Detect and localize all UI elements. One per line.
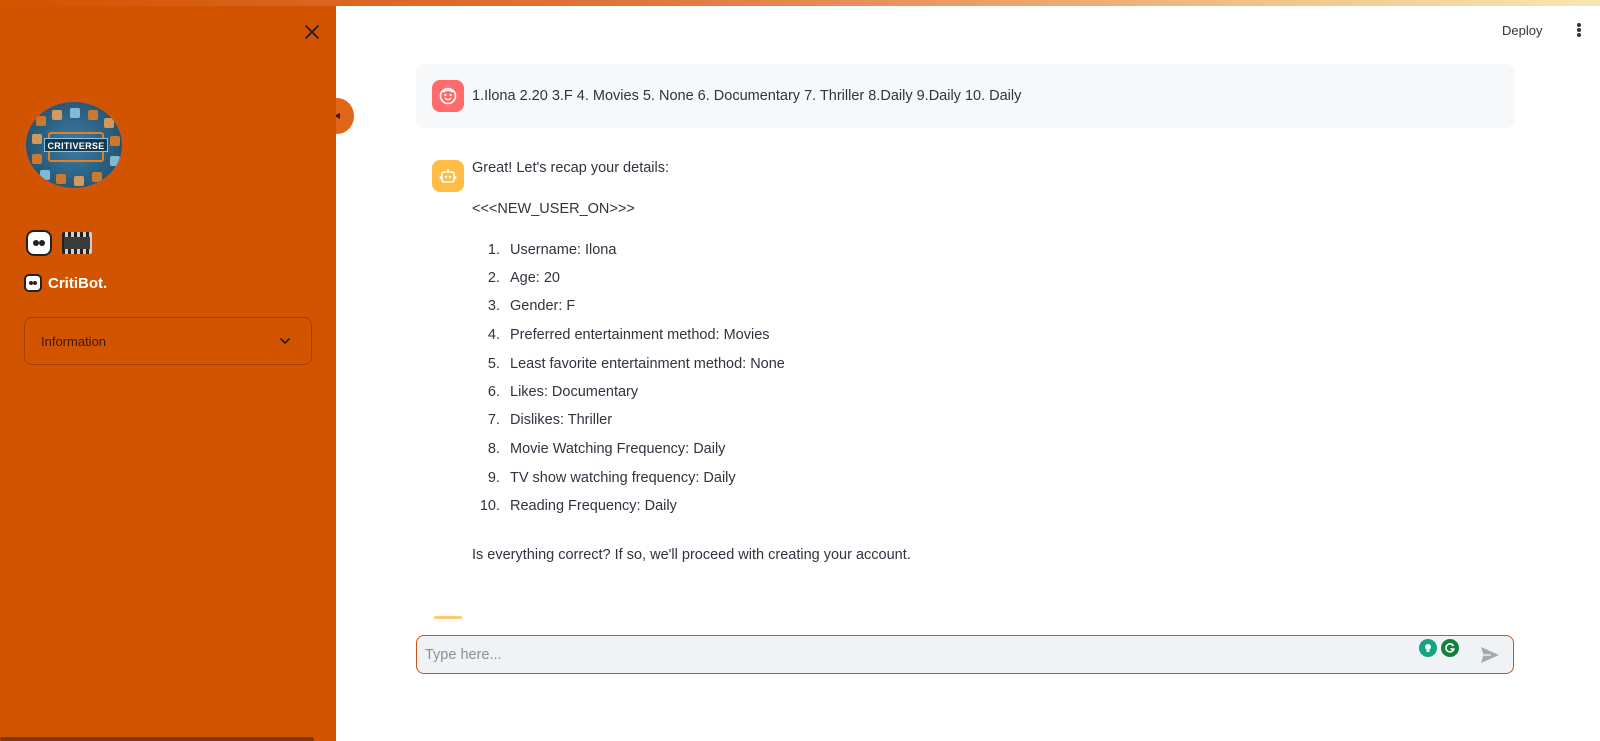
list-item: 2. Age: 20 xyxy=(487,270,560,286)
grammarly-icon[interactable] xyxy=(1441,639,1459,657)
bot-title-text: CritiBot. xyxy=(48,274,108,292)
bot-title: CritiBot. xyxy=(24,274,107,292)
film-frames-icon xyxy=(62,232,92,254)
robot-icon xyxy=(24,274,42,292)
app-root: CRITIVERSE CritiBot. Information ◂ Deplo… xyxy=(0,0,1600,741)
user-avatar xyxy=(432,80,464,112)
deploy-button[interactable]: Deploy xyxy=(1496,18,1548,42)
emoji-row xyxy=(26,230,92,256)
chat-input[interactable] xyxy=(425,636,1385,673)
close-icon xyxy=(305,25,319,39)
assistant-avatar xyxy=(432,160,464,192)
more-vertical-icon-dot xyxy=(1577,28,1581,32)
list-item: 7. Dislikes: Thriller xyxy=(487,412,613,428)
list-item: 6. Likes: Documentary xyxy=(487,384,639,400)
new-user-tag: <<<NEW_USER_ON>>> xyxy=(472,201,635,217)
send-icon xyxy=(1481,647,1499,663)
sidebar-scrollbar[interactable] xyxy=(0,737,314,741)
grammarly-glyph xyxy=(1445,643,1455,653)
send-button[interactable] xyxy=(1479,645,1501,665)
extension-icons xyxy=(1419,639,1459,657)
list-item: 3. Gender: F xyxy=(487,298,576,314)
more-vertical-icon-dot xyxy=(1577,23,1581,27)
more-vertical-icon-dot xyxy=(1577,33,1581,37)
assistant-intro: Great! Let's recap your details: xyxy=(472,160,670,176)
information-expander[interactable]: Information xyxy=(24,317,312,365)
main-menu-button[interactable] xyxy=(1570,20,1588,40)
criticverse-logo: CRITIVERSE xyxy=(24,100,124,190)
robot-icon xyxy=(26,230,52,256)
sidebar: CRITIVERSE CritiBot. Information xyxy=(0,0,336,741)
next-message-avatar-partial xyxy=(434,616,462,619)
lightbulb-icon[interactable] xyxy=(1419,639,1437,657)
list-item: 8. Movie Watching Frequency: Daily xyxy=(487,441,726,457)
list-item: 5. Least favorite entertainment method: N… xyxy=(487,356,785,372)
chat-input-container xyxy=(416,635,1514,674)
top-decoration-bar xyxy=(0,0,1600,6)
expander-label: Information xyxy=(41,333,107,349)
bulb-glyph xyxy=(1425,644,1431,652)
list-item: 10. Reading Frequency: Daily xyxy=(479,498,677,514)
assistant-closing: Is everything correct? If so, we'll proc… xyxy=(472,547,911,563)
smiley-face-icon xyxy=(439,87,457,105)
user-message-text: 1.Ilona 2.20 3.F 4. Movies 5. None 6. Do… xyxy=(472,88,1022,104)
list-item: 1. Username: Ilona xyxy=(487,242,617,258)
chevron-down-icon xyxy=(280,338,290,344)
robot-icon xyxy=(439,169,457,183)
close-sidebar-button[interactable] xyxy=(300,20,324,44)
user-chat-message: 1.Ilona 2.20 3.F 4. Movies 5. None 6. Do… xyxy=(416,64,1514,128)
list-item: 9. TV show watching frequency: Daily xyxy=(487,470,736,486)
logo-text: CRITIVERSE xyxy=(44,138,108,152)
list-item: 4. Preferred entertainment method: Movies xyxy=(487,327,770,343)
